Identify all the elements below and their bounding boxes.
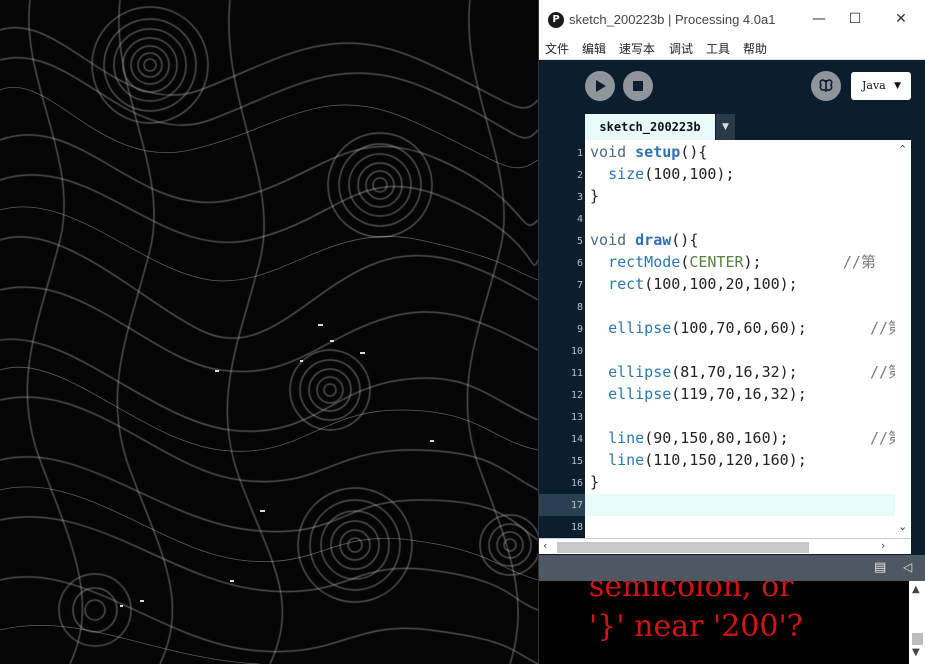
line-number: 2: [576, 170, 583, 181]
console-error-line: '}' near '200'?: [589, 609, 803, 644]
chevron-right-icon[interactable]: ›: [881, 539, 885, 552]
tab-bar: sketch_200223b ▼: [539, 113, 925, 140]
line-number: 9: [576, 324, 583, 335]
line-number: 6: [576, 258, 583, 269]
menu-file[interactable]: 文件: [545, 40, 569, 58]
code-line: void draw(){: [590, 231, 699, 249]
menu-debug[interactable]: 调试: [669, 40, 693, 58]
console-icon[interactable]: ▤: [874, 560, 886, 575]
code-editor[interactable]: void setup(){ size(100,100); } void draw…: [585, 140, 911, 538]
code-token: size: [608, 165, 645, 183]
console-output: semicolon, or '}' near '200'?: [539, 581, 909, 664]
butterfly-icon: [819, 79, 833, 92]
menu-help[interactable]: 帮助: [743, 40, 767, 58]
processing-logo-icon: P: [548, 12, 564, 28]
line-number: 15: [570, 456, 583, 467]
code-token: rectMode: [608, 253, 681, 271]
collapse-icon[interactable]: ◁: [903, 560, 912, 574]
window-title: sketch_200223b | Processing 4.0a1: [569, 12, 776, 27]
line-number: 14: [570, 434, 583, 445]
code-token: line: [608, 451, 645, 469]
mode-selector[interactable]: Java ▼: [851, 72, 911, 100]
code-line: ellipse(119,70,16,32);: [608, 385, 807, 403]
chevron-left-icon[interactable]: ‹: [543, 539, 547, 552]
line-number: 11: [570, 368, 583, 379]
line-number: 4: [576, 214, 583, 225]
code-line: line(90,150,80,160); //第: [608, 429, 904, 447]
sketch-output-canvas: [0, 0, 538, 664]
code-line: rectMode(CENTER); //第: [608, 253, 876, 271]
menu-sketch[interactable]: 速写本: [619, 40, 655, 58]
title-bar: P sketch_200223b | Processing 4.0a1 — ☐ …: [539, 0, 925, 40]
editor-vertical-scrollbar[interactable]: ⌃ ⌄: [895, 140, 911, 538]
chevron-down-icon: ▼: [722, 122, 729, 132]
debugger-button[interactable]: [811, 71, 841, 101]
code-line: ellipse(100,70,60,60); //第: [608, 319, 904, 337]
line-number: 3: [576, 192, 583, 203]
chevron-down-icon[interactable]: ▼: [912, 647, 920, 658]
processing-ide-window: P sketch_200223b | Processing 4.0a1 — ☐ …: [538, 0, 925, 664]
chevron-up-icon[interactable]: ⌃: [898, 143, 907, 156]
line-number: 12: [570, 390, 583, 401]
line-number: 10: [570, 346, 583, 357]
chevron-down-icon: ▼: [894, 81, 901, 91]
scrollbar-thumb[interactable]: [912, 633, 923, 645]
code-token: line: [608, 429, 645, 447]
menu-bar: 文件 编辑 速写本 调试 工具 帮助: [539, 40, 925, 60]
code-token: rect: [608, 275, 645, 293]
chevron-up-icon[interactable]: ▲: [912, 584, 920, 595]
code-token: ellipse: [608, 363, 672, 381]
code-token: void: [590, 231, 627, 249]
line-number-gutter: 1 2 3 4 5 6 7 8 9 10 11 12 13 14 15 16 1…: [539, 140, 585, 538]
code-line: ellipse(81,70,16,32); //第: [608, 363, 904, 381]
code-token: draw: [635, 231, 672, 249]
flow-field-art: [0, 0, 538, 664]
code-line: }: [590, 187, 600, 205]
close-button[interactable]: ✕: [889, 8, 913, 30]
toolbar: Java ▼: [539, 61, 925, 113]
menu-edit[interactable]: 编辑: [582, 40, 606, 58]
code-line: }: [590, 473, 600, 491]
code-comment: //第: [842, 253, 876, 271]
current-line-highlight: [585, 494, 895, 516]
tab-sketch[interactable]: sketch_200223b: [585, 114, 715, 140]
code-token: setup: [635, 143, 681, 161]
code-token: ellipse: [608, 385, 672, 403]
code-line: rect(100,100,20,100);: [608, 275, 798, 293]
tab-menu-button[interactable]: ▼: [716, 114, 735, 140]
console-scrollbar[interactable]: ▲ ▼: [909, 581, 925, 664]
code-token: CENTER: [689, 253, 744, 271]
maximize-button[interactable]: ☐: [843, 8, 867, 30]
line-number: 17: [570, 500, 583, 511]
line-number: 16: [570, 478, 583, 489]
code-line: void setup(){: [590, 143, 708, 161]
line-number: 7: [576, 280, 583, 291]
stop-button[interactable]: [623, 71, 653, 101]
chevron-down-icon[interactable]: ⌄: [898, 520, 907, 533]
play-icon: [596, 80, 606, 92]
minimize-button[interactable]: —: [807, 8, 831, 30]
code-line: size(100,100);: [608, 165, 735, 183]
console-error-line: semicolon, or: [589, 581, 794, 604]
run-button[interactable]: [585, 71, 615, 101]
stop-icon: [633, 81, 643, 91]
code-line: line(110,150,120,160);: [608, 451, 807, 469]
line-number: 13: [570, 412, 583, 423]
line-number: 5: [576, 236, 583, 247]
code-token: ellipse: [608, 319, 672, 337]
editor-horizontal-scrollbar[interactable]: ‹ ›: [539, 538, 911, 554]
line-number: 1: [576, 148, 583, 159]
status-bar: ▤ ◁: [539, 555, 925, 581]
menu-tools[interactable]: 工具: [706, 40, 730, 58]
line-number: 8: [576, 302, 583, 313]
code-token: void: [590, 143, 627, 161]
line-number: 18: [570, 522, 583, 533]
mode-label: Java: [862, 79, 886, 92]
scrollbar-thumb[interactable]: [557, 542, 809, 553]
